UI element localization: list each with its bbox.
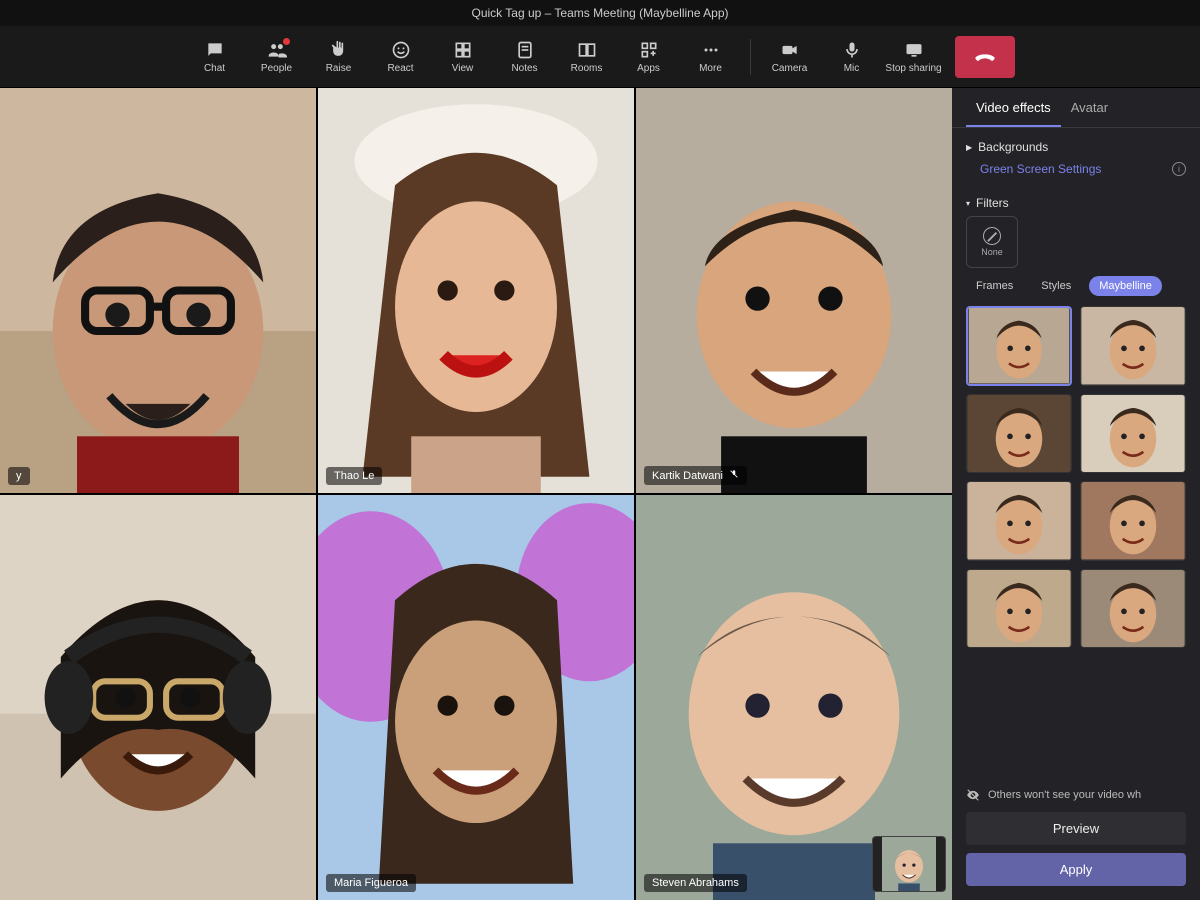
participant-name-tag: Steven Abrahams (644, 874, 747, 892)
share-icon (904, 40, 924, 60)
share-button[interactable]: Stop sharing (885, 32, 943, 82)
filter-chip-maybelline[interactable]: Maybelline (1089, 276, 1162, 296)
filter-thumbnail[interactable] (966, 306, 1072, 386)
privacy-text: Others won't see your video wh (988, 789, 1141, 801)
participant-tile[interactable]: Thao Le (318, 88, 634, 493)
filters-section-header[interactable]: ▾ Filters (966, 196, 1186, 210)
video-grid: y Thao Le Kartik Datwani Maria Figueroa Stev… (0, 88, 952, 900)
share-label: Stop sharing (885, 63, 941, 74)
participant-name: Maria Figueroa (334, 877, 408, 889)
camera-label: Camera (772, 63, 808, 74)
eye-off-icon (966, 788, 980, 802)
more-button[interactable]: More (682, 32, 740, 82)
participant-name: Kartik Datwani (652, 470, 723, 482)
filter-chip-row: Frames Styles Maybelline (966, 276, 1186, 296)
participant-name-tag: Kartik Datwani (644, 466, 747, 485)
rooms-button[interactable]: Rooms (558, 32, 616, 82)
participant-name-tag: Maria Figueroa (326, 874, 416, 892)
filter-thumbnails (966, 306, 1186, 648)
green-screen-link[interactable]: Green Screen Settings (980, 162, 1101, 176)
camera-icon (780, 40, 800, 60)
view-button[interactable]: View (434, 32, 492, 82)
window-title: Quick Tag up – Teams Meeting (Maybelline… (0, 0, 1200, 26)
react-icon (391, 40, 411, 60)
apps-icon (639, 40, 659, 60)
filter-thumbnail[interactable] (1080, 306, 1186, 386)
panel-tabs: Video effectsAvatar (952, 88, 1200, 128)
camera-button[interactable]: Camera (761, 32, 819, 82)
filter-chip-frames[interactable]: Frames (966, 276, 1023, 296)
backgrounds-section-header[interactable]: ▶ Backgrounds (966, 140, 1186, 154)
view-label: View (452, 63, 474, 74)
raise-label: Raise (326, 63, 352, 74)
muted-icon (729, 469, 739, 482)
filter-thumbnail[interactable] (966, 569, 1072, 649)
filter-none[interactable]: None (966, 216, 1018, 268)
more-icon (701, 40, 721, 60)
participant-name-tag: Thao Le (326, 467, 382, 485)
mic-label: Mic (844, 63, 860, 74)
participant-tile[interactable] (0, 495, 316, 900)
info-icon[interactable]: i (1172, 162, 1186, 176)
apply-button[interactable]: Apply (966, 853, 1186, 886)
notes-icon (515, 40, 535, 60)
caret-icon: ▶ (966, 143, 972, 152)
chat-button[interactable]: Chat (186, 32, 244, 82)
participant-name-tag: y (8, 467, 30, 485)
participant-name: Steven Abrahams (652, 877, 739, 889)
privacy-note: Others won't see your video wh (966, 788, 1186, 802)
meeting-toolbar: Chat People Raise React View Notes Rooms Apps Mo… (0, 26, 1200, 88)
participant-tile[interactable]: Maria Figueroa (318, 495, 634, 900)
people-button[interactable]: People (248, 32, 306, 82)
participant-tile[interactable]: Kartik Datwani (636, 88, 952, 493)
none-label: None (981, 247, 1003, 257)
self-preview-pip[interactable] (872, 836, 946, 892)
panel-tab-avatar[interactable]: Avatar (1061, 88, 1118, 127)
notes-button[interactable]: Notes (496, 32, 554, 82)
raise-button[interactable]: Raise (310, 32, 368, 82)
chat-icon (205, 40, 225, 60)
preview-button[interactable]: Preview (966, 812, 1186, 845)
rooms-icon (577, 40, 597, 60)
mic-button[interactable]: Mic (823, 32, 881, 82)
notes-label: Notes (511, 63, 537, 74)
apps-button[interactable]: Apps (620, 32, 678, 82)
backgrounds-label: Backgrounds (978, 140, 1048, 154)
people-label: People (261, 63, 292, 74)
view-icon (453, 40, 473, 60)
filter-thumbnail[interactable] (966, 481, 1072, 561)
notification-dot (283, 38, 290, 45)
rooms-label: Rooms (571, 63, 603, 74)
react-button[interactable]: React (372, 32, 430, 82)
main-area: y Thao Le Kartik Datwani Maria Figueroa Stev… (0, 88, 1200, 900)
raise-icon (329, 40, 349, 60)
leave-button[interactable] (955, 36, 1015, 78)
participant-tile[interactable]: y (0, 88, 316, 493)
react-label: React (387, 63, 413, 74)
mic-icon (842, 40, 862, 60)
filter-thumbnail[interactable] (966, 394, 1072, 474)
more-label: More (699, 63, 722, 74)
filter-chip-styles[interactable]: Styles (1031, 276, 1081, 296)
effects-panel: Video effectsAvatar ▶ Backgrounds Green … (952, 88, 1200, 900)
toolbar-separator (750, 39, 751, 75)
filter-thumbnail[interactable] (1080, 569, 1186, 649)
caret-icon: ▾ (966, 199, 970, 208)
filter-thumbnail[interactable] (1080, 481, 1186, 561)
panel-tab-video-effects[interactable]: Video effects (966, 88, 1061, 127)
filters-label: Filters (976, 196, 1009, 210)
apps-label: Apps (637, 63, 660, 74)
none-icon (983, 227, 1001, 245)
filter-thumbnail[interactable] (1080, 394, 1186, 474)
participant-name: y (16, 470, 22, 482)
chat-label: Chat (204, 63, 225, 74)
participant-name: Thao Le (334, 470, 374, 482)
